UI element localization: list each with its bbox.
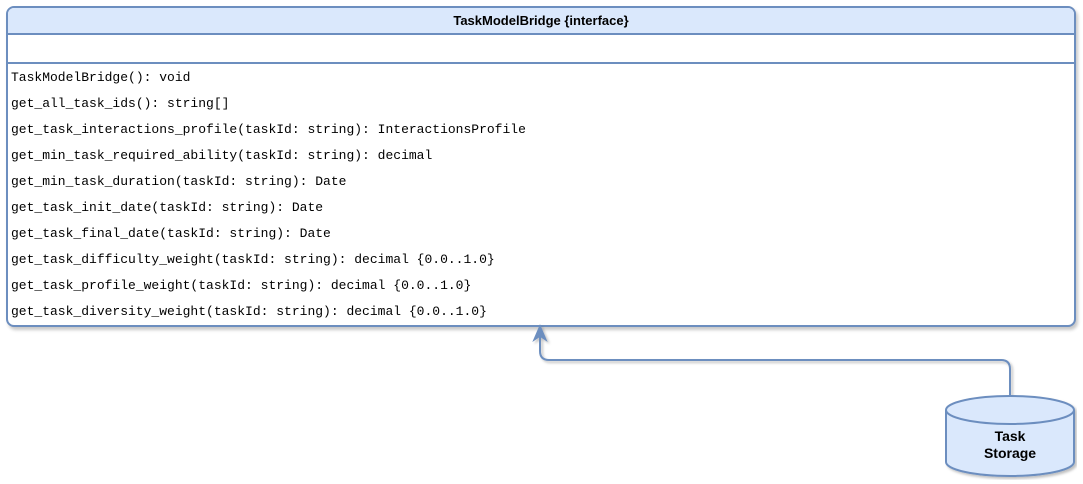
class-title: TaskModelBridge {interface} — [8, 8, 1074, 35]
methods-compartment: TaskModelBridge(): void get_all_task_ids… — [8, 64, 1074, 325]
method-constructor: TaskModelBridge(): void — [11, 70, 191, 85]
method-get-task-interactions-profile: get_task_interactions_profile(taskId: st… — [11, 122, 526, 137]
method-get-all-task-ids: get_all_task_ids(): string[] — [11, 96, 230, 111]
storage-label-line2: Storage — [983, 445, 1037, 461]
storage-label-line1: Task — [994, 428, 1026, 444]
uml-interface-class[interactable]: TaskModelBridge {interface} TaskModelBri… — [6, 6, 1076, 327]
storage-label: Task Storage — [945, 428, 1075, 462]
method-get-min-task-required-ability: get_min_task_required_ability(taskId: st… — [11, 148, 433, 163]
method-get-task-profile-weight: get_task_profile_weight(taskId: string):… — [11, 278, 472, 293]
arrow-head-icon — [532, 324, 548, 343]
method-get-task-final-date: get_task_final_date(taskId: string): Dat… — [11, 226, 331, 241]
method-get-task-difficulty-weight: get_task_difficulty_weight(taskId: strin… — [11, 252, 495, 267]
task-storage-cylinder[interactable]: Task Storage — [945, 395, 1077, 480]
attributes-compartment — [8, 35, 1074, 64]
method-get-task-init-date: get_task_init_date(taskId: string): Date — [11, 200, 324, 215]
method-get-task-diversity-weight: get_task_diversity_weight(taskId: string… — [11, 304, 487, 319]
connector-line — [539, 332, 1011, 396]
method-get-min-task-duration: get_min_task_duration(taskId: string): D… — [11, 174, 347, 189]
